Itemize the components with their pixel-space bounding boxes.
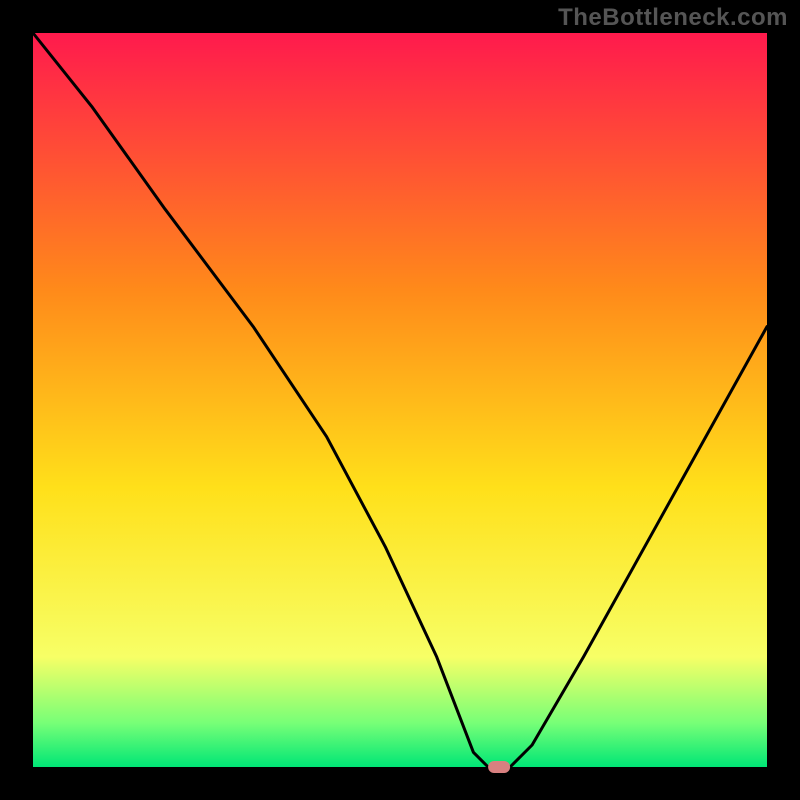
bottleneck-chart — [0, 0, 800, 800]
chart-frame: TheBottleneck.com — [0, 0, 800, 800]
optimum-marker — [488, 761, 510, 773]
plot-area — [33, 33, 767, 767]
watermark-text: TheBottleneck.com — [558, 4, 788, 32]
